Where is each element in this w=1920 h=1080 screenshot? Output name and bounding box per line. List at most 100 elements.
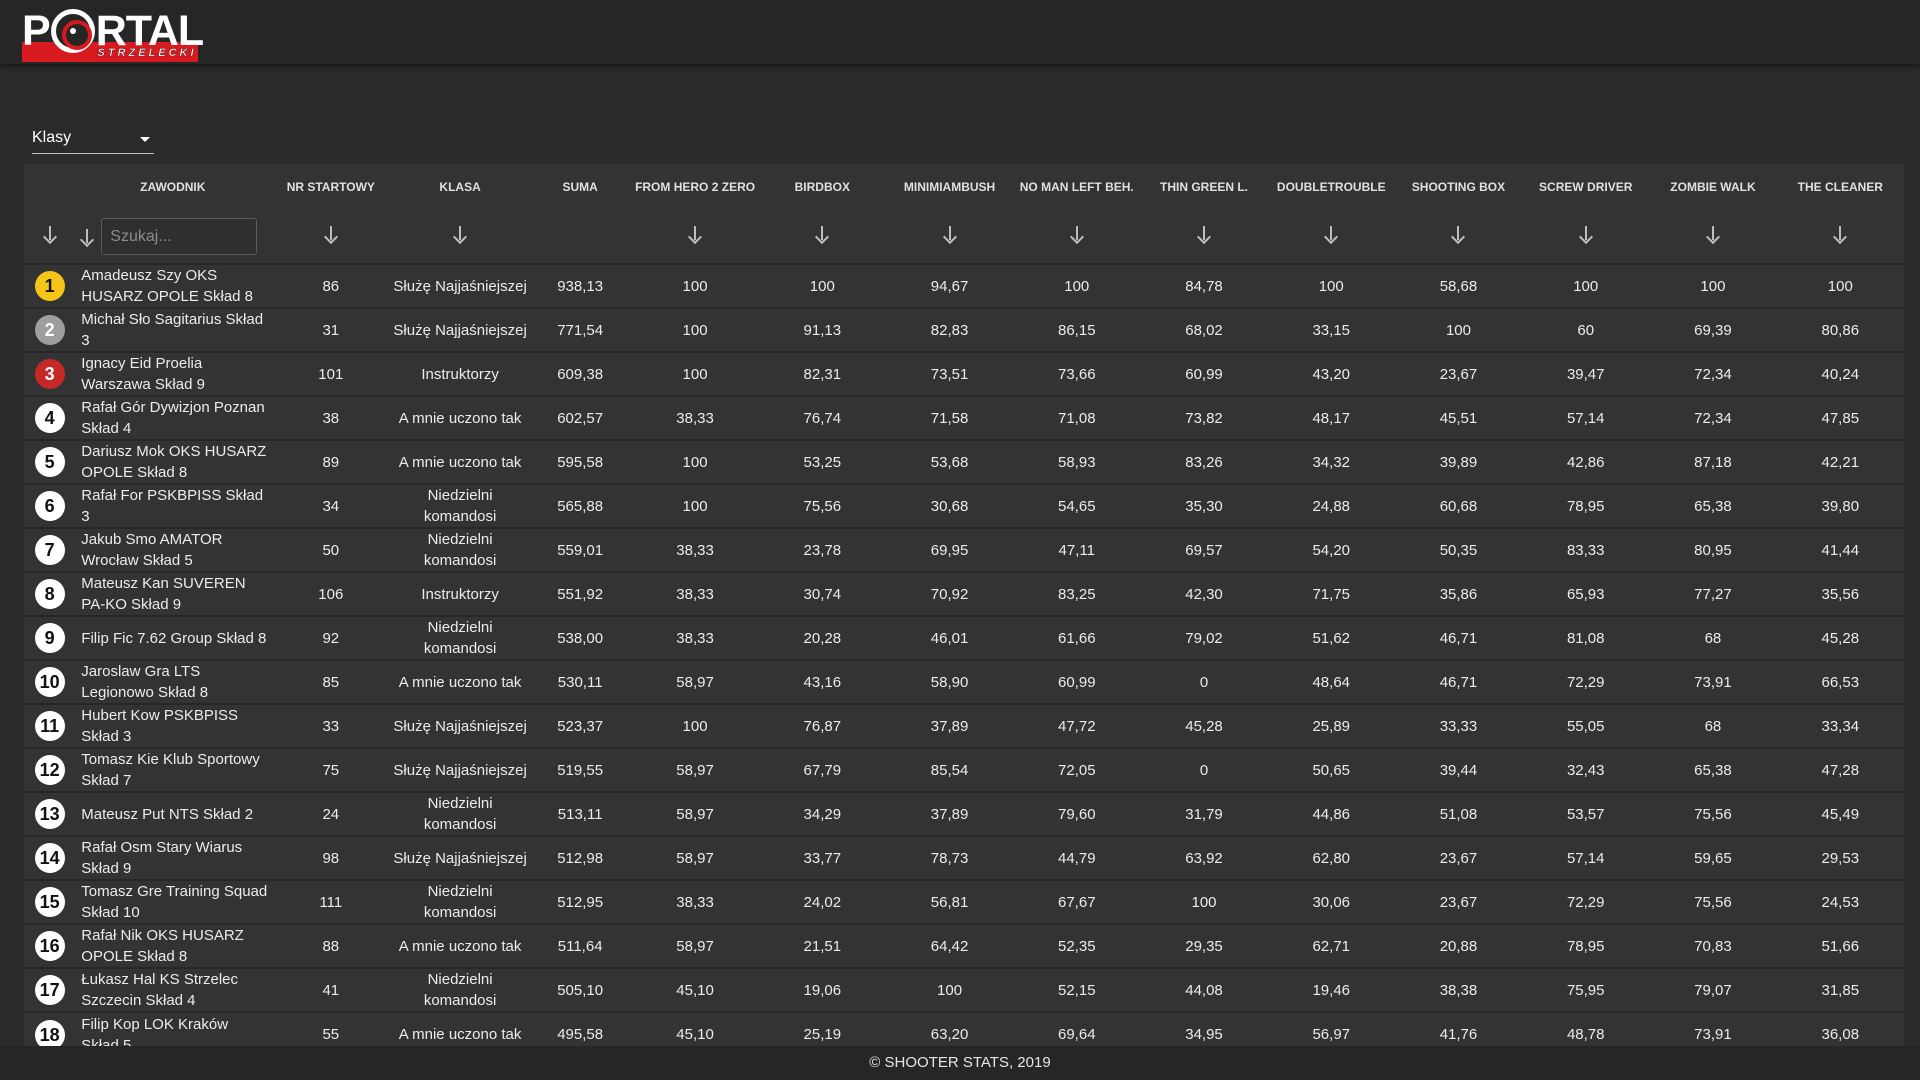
stage-score-cell: 47,11 [1013,527,1141,572]
stage-score-cell: 23,67 [1394,835,1523,880]
stage-score-cell: 43,20 [1267,351,1395,396]
table-row[interactable]: 2 Michał Sło Sagitarius Skład 3 31 Służę Na… [24,307,1904,352]
start-number-cell: 92 [270,615,392,660]
table-row[interactable]: 3 Ignacy Eid Proelia Warszawa Skład 9 101 I… [24,351,1904,396]
stage-score-cell: 21,51 [758,923,886,968]
stage-score-cell: 58,97 [631,791,759,836]
stage-score-cell: 72,29 [1522,879,1650,924]
table-row[interactable]: 18 Filip Kop LOK Kraków Skład 5 55 A mnie u… [24,1011,1904,1046]
stage-score-cell: 51,08 [1394,791,1523,836]
header-zombie-walk[interactable]: ZOMBIE WALK [1649,164,1776,210]
table-row[interactable]: 7 Jakub Smo AMATOR Wrocław Skład 5 50 Niedz… [24,527,1904,572]
stage-score-cell: 100 [631,307,759,352]
sort-doubletrouble-arrow-icon[interactable] [1323,224,1339,244]
sort-nr-startowy-arrow-icon[interactable] [323,224,339,244]
stage-score-cell: 63,92 [1140,835,1268,880]
sort-zawodnik-arrow-icon[interactable] [79,227,95,247]
start-number-cell: 24 [270,791,392,836]
stage-score-cell: 81,08 [1522,615,1650,660]
sort-cell-7 [1395,210,1522,264]
stage-score-cell: 100 [631,439,759,484]
portal-strzelecki-logo[interactable]: P RTAL STRZELECKI [22,8,204,62]
table-row[interactable]: 11 Hubert Kow PSKBPISS Skład 3 33 Służę Naj… [24,703,1904,748]
stage-score-cell: 83,26 [1140,439,1268,484]
header-zawodnik[interactable]: ZAWODNIK [75,164,270,210]
header-the-cleaner[interactable]: THE CLEANER [1777,164,1904,210]
stage-score-cell: 23,67 [1394,879,1523,924]
sort-rank-arrow-icon[interactable] [42,224,58,244]
sort-thin-green-arrow-icon[interactable] [1196,224,1212,244]
header-birdbox[interactable]: BIRDBOX [759,164,886,210]
total-score-cell: 505,10 [528,967,632,1012]
stage-score-cell: 60 [1522,307,1650,352]
header-no-man-left-beh[interactable]: NO MAN LEFT BEH. [1013,164,1140,210]
header-suma[interactable]: SUMA [529,164,632,210]
sort-shooting-box-arrow-icon[interactable] [1450,224,1466,244]
stage-score-cell: 30,74 [758,571,886,616]
stage-score-cell: 58,90 [885,659,1014,704]
header-from-hero-2-zero[interactable]: FROM HERO 2 ZERO [631,164,758,210]
start-number-cell: 86 [270,263,392,308]
stage-score-cell: 50,65 [1267,747,1395,792]
table-row[interactable]: 4 Rafał Gór Dywizjon Poznan Skład 4 38 A mn… [24,395,1904,440]
sort-screw-driver-arrow-icon[interactable] [1578,224,1594,244]
sort-minimiambush-arrow-icon[interactable] [942,224,958,244]
header-shooting-box[interactable]: SHOOTING BOX [1395,164,1522,210]
sort-the-cleaner-arrow-icon[interactable] [1832,224,1848,244]
sort-klasa-arrow-icon[interactable] [452,224,468,244]
stage-score-cell: 94,67 [885,263,1014,308]
sort-from-hero-arrow-icon[interactable] [687,224,703,244]
rank-badge: 4 [34,403,65,433]
stage-score-cell: 69,95 [885,527,1014,572]
stage-score-cell: 38,33 [631,615,759,660]
class-cell: Niedzielni komandosi [391,879,529,924]
header-doubletrouble[interactable]: DOUBLETROUBLE [1268,164,1395,210]
player-search-input[interactable] [101,218,258,255]
stage-score-cell: 69,39 [1649,307,1777,352]
rank-badge: 5 [34,447,65,477]
header-minimiambush[interactable]: MINIMIAMBUSH [886,164,1013,210]
sort-zombie-walk-arrow-icon[interactable] [1705,224,1721,244]
table-row[interactable]: 6 Rafał For PSKBPISS Skład 3 34 Niedzielni … [24,483,1904,528]
total-score-cell: 512,98 [528,835,632,880]
stage-score-cell: 35,86 [1394,571,1523,616]
sort-birdbox-arrow-icon[interactable] [814,224,830,244]
table-row[interactable]: 13 Mateusz Put NTS Skład 2 24 Niedzielni ko… [24,791,1904,836]
table-row[interactable]: 16 Rafał Nik OKS HUSARZ OPOLE Skład 8 88 A … [24,923,1904,968]
sort-cell-3 [886,210,1013,264]
stage-score-cell: 100 [1267,263,1395,308]
stage-score-cell: 63,20 [885,1011,1014,1046]
total-score-cell: 609,38 [528,351,632,396]
rank-header [24,164,75,210]
table-row[interactable]: 8 Mateusz Kan SUVEREN PA-KO Skład 9 106 Ins… [24,571,1904,616]
class-cell: A mnie uczono tak [391,659,529,704]
table-row[interactable]: 15 Tomasz Gre Training Squad Skład 10 111 N… [24,879,1904,924]
player-name-cell: Rafał Osm Stary Wiarus Skład 9 [75,835,271,880]
stage-score-cell: 45,10 [631,967,759,1012]
table-row[interactable]: 17 Łukasz Hal KS Strzelec Szczecin Skład … [24,967,1904,1012]
header-klasa[interactable]: KLASA [391,164,529,210]
table-row[interactable]: 5 Dariusz Mok OKS HUSARZ OPOLE Skład 8 89 A… [24,439,1904,484]
stage-score-cell: 52,35 [1013,923,1141,968]
total-score-cell: 495,58 [528,1011,632,1046]
sort-no-man-left-arrow-icon[interactable] [1069,224,1085,244]
total-score-cell: 512,95 [528,879,632,924]
table-row[interactable]: 10 Jaroslaw Gra LTS Legionowo Skład 8 85 A … [24,659,1904,704]
header-nr-startowy[interactable]: NR STARTOWY [270,164,391,210]
stage-score-cell: 0 [1140,659,1268,704]
table-row[interactable]: 14 Rafał Osm Stary Wiarus Skład 9 98 Służę … [24,835,1904,880]
stage-score-cell: 78,95 [1522,483,1650,528]
table-row[interactable]: 9 Filip Fic 7.62 Group Skład 8 92 Niedzieln… [24,615,1904,660]
table-row[interactable]: 1 Amadeusz Szy OKS HUSARZ OPOLE Skład 8 86… [24,263,1904,308]
player-name-cell: Rafał Gór Dywizjon Poznan Skład 4 [75,395,271,440]
rank-badge: 7 [34,535,65,565]
stage-score-cell: 24,53 [1776,879,1904,924]
header-thin-green-l[interactable]: THIN GREEN L. [1140,164,1267,210]
stage-score-cell: 75,56 [1649,791,1777,836]
rank-cell: 16 [24,923,76,968]
table-row[interactable]: 12 Tomasz Kie Klub Sportowy Skład 7 75 Służ… [24,747,1904,792]
player-name-cell: Tomasz Gre Training Squad Skład 10 [75,879,271,924]
class-filter-select[interactable]: Klasy [32,124,154,154]
results-table-container[interactable]: ZAWODNIK NR STARTOWY KLASA SUMA FROM HER… [24,164,1904,1046]
header-screw-driver[interactable]: SCREW DRIVER [1522,164,1649,210]
